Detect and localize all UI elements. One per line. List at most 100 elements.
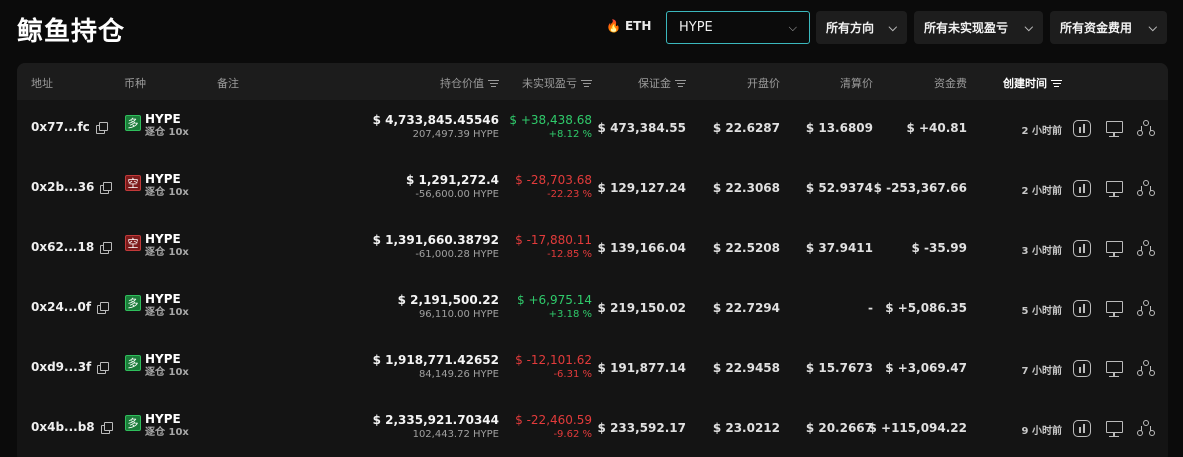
chart-icon[interactable] [1073, 120, 1091, 137]
share-icon[interactable] [1137, 180, 1155, 197]
copy-icon[interactable] [100, 241, 113, 254]
pnl-filter[interactable]: 所有未实现盈亏 ⌵ [914, 11, 1043, 44]
position-value-cell: $ 2,335,921.70344 102,443.72 HYPE [373, 413, 499, 441]
copy-icon[interactable] [100, 181, 113, 194]
chevron-down-icon: ⌵ [1148, 20, 1157, 34]
header-created-time[interactable]: 创建时间 [1003, 75, 1062, 91]
table-row[interactable]: 0x62...18 空 HYPE 逐仓 10x $ 1,391,660.3879… [17, 220, 1168, 280]
chart-icon[interactable] [1073, 180, 1091, 197]
margin-value: $ 191,877.14 [597, 361, 686, 375]
copy-icon[interactable] [97, 361, 110, 374]
coin-cell: 空 HYPE 逐仓 10x [125, 172, 189, 200]
copy-icon[interactable] [100, 421, 113, 434]
position-size: -61,000.28 HYPE [415, 249, 499, 260]
margin-value: $ 129,127.24 [597, 181, 686, 195]
share-icon[interactable] [1137, 120, 1155, 137]
monitor-icon[interactable] [1105, 360, 1123, 377]
address-text[interactable]: 0x77...fc [31, 120, 90, 134]
side-badge: 空 [125, 235, 141, 251]
margin-value: $ 219,150.02 [597, 301, 686, 315]
coin-symbol: HYPE [145, 112, 181, 126]
row-actions [1073, 180, 1155, 197]
position-size: -56,600.00 HYPE [415, 189, 499, 200]
pnl-filter-label: 所有未实现盈亏 [924, 21, 1009, 35]
chart-icon[interactable] [1073, 420, 1091, 437]
header-unrealized-pnl-label: 未实现盈亏 [522, 77, 577, 90]
pnl-cell: $ +6,975.14 +3.18 % [517, 293, 592, 321]
share-icon[interactable] [1137, 240, 1155, 257]
address-cell: 0x77...fc [31, 120, 108, 134]
table-row[interactable]: 0x77...fc 多 HYPE 逐仓 10x $ 4,733,845.4554… [17, 100, 1168, 160]
coin-symbol: HYPE [145, 292, 181, 306]
liq-price: $ 15.7673 [805, 361, 873, 375]
entry-price: $ 22.9458 [712, 361, 780, 375]
header-unrealized-pnl[interactable]: 未实现盈亏 [522, 75, 592, 91]
address-text[interactable]: 0x4b...b8 [31, 420, 95, 434]
coin-select-value: HYPE [679, 20, 713, 35]
sort-icon [581, 78, 592, 89]
position-size: 84,149.26 HYPE [418, 369, 499, 380]
pnl-value: $ +38,438.68 [509, 113, 592, 127]
header-position-value[interactable]: 持仓价值 [440, 75, 499, 91]
row-actions [1073, 240, 1155, 257]
monitor-icon[interactable] [1105, 240, 1123, 257]
address-text[interactable]: 0x2b...36 [31, 180, 94, 194]
row-actions [1073, 300, 1155, 317]
header-coin: 币种 [124, 77, 146, 90]
share-icon[interactable] [1137, 360, 1155, 377]
header-margin[interactable]: 保证金 [638, 75, 686, 91]
monitor-icon[interactable] [1105, 420, 1123, 437]
table-row[interactable]: 0x24...0f 多 HYPE 逐仓 10x $ 2,191,500.22 9… [17, 280, 1168, 340]
entry-price: $ 23.0212 [712, 421, 780, 435]
address-text[interactable]: 0x62...18 [31, 240, 94, 254]
chart-icon[interactable] [1073, 240, 1091, 257]
funding-filter-label: 所有资金费用 [1060, 21, 1133, 35]
header-position-value-label: 持仓价值 [440, 77, 484, 90]
pnl-percent: -6.31 % [553, 369, 592, 380]
pnl-percent: -9.62 % [553, 429, 592, 440]
chevron-down-icon: ⌵ [1024, 20, 1033, 34]
fire-icon: 🔥 [606, 19, 621, 33]
address-cell: 0x4b...b8 [31, 420, 113, 434]
margin-mode: 逐仓 10x [145, 247, 189, 258]
entry-price: $ 22.7294 [712, 301, 780, 315]
chevron-down-icon: ⌵ [788, 20, 797, 34]
direction-filter[interactable]: 所有方向 ⌵ [816, 11, 907, 44]
coin-cell: 多 HYPE 逐仓 10x [125, 412, 189, 440]
margin-value: $ 139,166.04 [597, 241, 686, 255]
share-icon[interactable] [1137, 420, 1155, 437]
table-row[interactable]: 0xd9...3f 多 HYPE 逐仓 10x $ 1,918,771.4265… [17, 340, 1168, 400]
address-text[interactable]: 0xd9...3f [31, 360, 91, 374]
entry-price: $ 22.5208 [712, 241, 780, 255]
monitor-icon[interactable] [1105, 300, 1123, 317]
margin-value: $ 233,592.17 [597, 421, 686, 435]
liq-price: $ 52.9374 [805, 181, 873, 195]
chart-icon[interactable] [1073, 360, 1091, 377]
positions-table: 地址 币种 备注 持仓价值 未实现盈亏 保证金 开盘价 清算价 资金费 创建时间… [17, 63, 1168, 457]
row-actions [1073, 120, 1155, 137]
position-value: $ 1,918,771.42652 [372, 353, 499, 367]
coin-select[interactable]: HYPE ⌵ [666, 11, 810, 44]
chart-icon[interactable] [1073, 300, 1091, 317]
sort-icon [488, 78, 499, 89]
copy-icon[interactable] [95, 121, 108, 134]
position-size: 102,443.72 HYPE [412, 429, 499, 440]
address-text[interactable]: 0x24...0f [31, 300, 91, 314]
share-icon[interactable] [1137, 300, 1155, 317]
monitor-icon[interactable] [1105, 180, 1123, 197]
side-badge: 多 [125, 295, 141, 311]
margin-mode: 逐仓 10x [145, 127, 189, 138]
header-created-time-label: 创建时间 [1003, 77, 1047, 90]
created-time: 9 小时前 [1021, 426, 1062, 437]
copy-icon[interactable] [97, 301, 110, 314]
monitor-icon[interactable] [1105, 120, 1123, 137]
hot-coin-eth[interactable]: 🔥 ETH [606, 19, 651, 33]
table-row[interactable]: 0x2b...36 空 HYPE 逐仓 10x $ 1,291,272.4 -5… [17, 160, 1168, 220]
liq-price: $ 37.9411 [805, 241, 873, 255]
pnl-percent: -22.23 % [547, 189, 592, 200]
page-title: 鲸鱼持仓 [17, 17, 126, 47]
funding-filter[interactable]: 所有资金费用 ⌵ [1050, 11, 1167, 44]
header-entry-price: 开盘价 [747, 77, 780, 90]
margin-mode: 逐仓 10x [145, 367, 189, 378]
table-row[interactable]: 0x4b...b8 多 HYPE 逐仓 10x $ 2,335,921.7034… [17, 400, 1168, 457]
